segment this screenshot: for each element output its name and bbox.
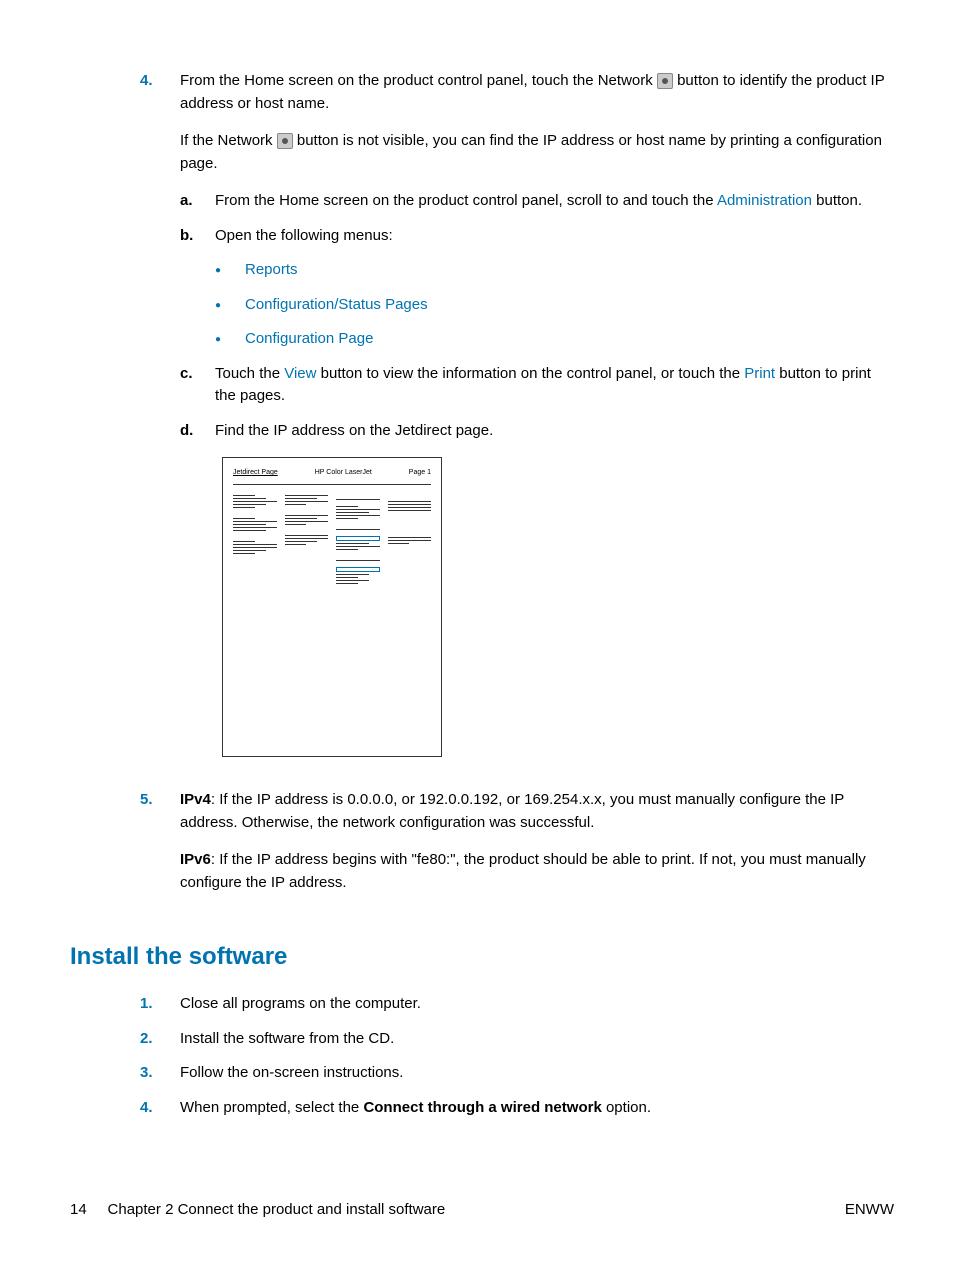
- install-step-1: 1. Close all programs on the computer.: [140, 993, 894, 1016]
- step-text: Install the software from the CD.: [180, 1028, 894, 1051]
- substep-marker: d.: [180, 420, 210, 443]
- bullet-icon: ●: [215, 294, 245, 317]
- step-number: 3.: [140, 1062, 168, 1085]
- step-number: 4.: [140, 1097, 168, 1120]
- step-text: Close all programs on the computer.: [180, 993, 894, 1016]
- bold-option: Connect through a wired network: [363, 1099, 601, 1116]
- step-text: Follow the on-screen instructions.: [180, 1062, 894, 1085]
- step-number: 1.: [140, 993, 168, 1016]
- step-number: 4.: [140, 70, 168, 93]
- bullet-icon: ●: [215, 259, 245, 282]
- jetdirect-page: Page 1: [409, 468, 431, 479]
- substep-a: a. From the Home screen on the product c…: [180, 190, 894, 213]
- substep-b: b. Open the following menus:: [180, 225, 894, 248]
- text-segment: From the Home screen on the product cont…: [215, 192, 717, 209]
- bullet-text: Reports: [245, 259, 298, 282]
- jetdirect-model: HP Color LaserJet: [315, 468, 372, 479]
- ipv6-text: : If the IP address begins with "fe80:",…: [180, 851, 866, 891]
- text-segment: button to view the information on the co…: [316, 365, 744, 382]
- page-footer: 14 Chapter 2 Connect the product and ins…: [70, 1199, 894, 1222]
- jetdirect-title: Jetdirect Page: [233, 468, 278, 479]
- network-icon: [657, 73, 673, 89]
- text-segment: button.: [812, 192, 862, 209]
- footer-right: ENWW: [845, 1199, 894, 1222]
- bullet-text: Configuration/Status Pages: [245, 294, 428, 317]
- print-link: Print: [744, 365, 775, 382]
- substep-marker: b.: [180, 225, 210, 248]
- ipv6-label: IPv6: [180, 851, 211, 868]
- substep-marker: c.: [180, 363, 210, 386]
- install-step-4: 4. When prompted, select the Connect thr…: [140, 1097, 894, 1120]
- install-step-3: 3. Follow the on-screen instructions.: [140, 1062, 894, 1085]
- substep-marker: a.: [180, 190, 210, 213]
- bullet-item: ● Configuration/Status Pages: [215, 294, 894, 317]
- step-number: 2.: [140, 1028, 168, 1051]
- substep-d: d. Find the IP address on the Jetdirect …: [180, 420, 894, 443]
- text-segment: Find the IP address on the Jetdirect pag…: [215, 422, 493, 439]
- bullet-item: ● Reports: [215, 259, 894, 282]
- page-number: 14: [70, 1201, 87, 1218]
- text-segment: From the Home screen on the product cont…: [180, 72, 657, 89]
- bullet-icon: ●: [215, 328, 245, 351]
- text-segment: Open the following menus:: [215, 227, 393, 244]
- install-step-2: 2. Install the software from the CD.: [140, 1028, 894, 1051]
- section-heading-install: Install the software: [70, 939, 894, 975]
- ipv4-label: IPv4: [180, 791, 211, 808]
- step-4-para2: If the Network button is not visible, yo…: [180, 130, 894, 175]
- text-segment: option.: [602, 1099, 651, 1116]
- bullet-item: ● Configuration Page: [215, 328, 894, 351]
- step-4-text: From the Home screen on the product cont…: [180, 70, 894, 115]
- substep-c: c. Touch the View button to view the inf…: [180, 363, 894, 408]
- jetdirect-diagram: Jetdirect Page HP Color LaserJet Page 1: [222, 457, 442, 757]
- network-icon: [277, 133, 293, 149]
- administration-link: Administration: [717, 192, 812, 209]
- text-segment: If the Network: [180, 132, 277, 149]
- chapter-title: Chapter 2 Connect the product and instal…: [108, 1201, 446, 1218]
- step-4: 4. From the Home screen on the product c…: [140, 70, 894, 777]
- text-segment: When prompted, select the: [180, 1099, 363, 1116]
- text-segment: Touch the: [215, 365, 284, 382]
- step-number: 5.: [140, 789, 168, 812]
- bullet-text: Configuration Page: [245, 328, 373, 351]
- step-5: 5. IPv4: If the IP address is 0.0.0.0, o…: [140, 789, 894, 909]
- view-link: View: [284, 365, 316, 382]
- ipv4-text: : If the IP address is 0.0.0.0, or 192.0…: [180, 791, 844, 831]
